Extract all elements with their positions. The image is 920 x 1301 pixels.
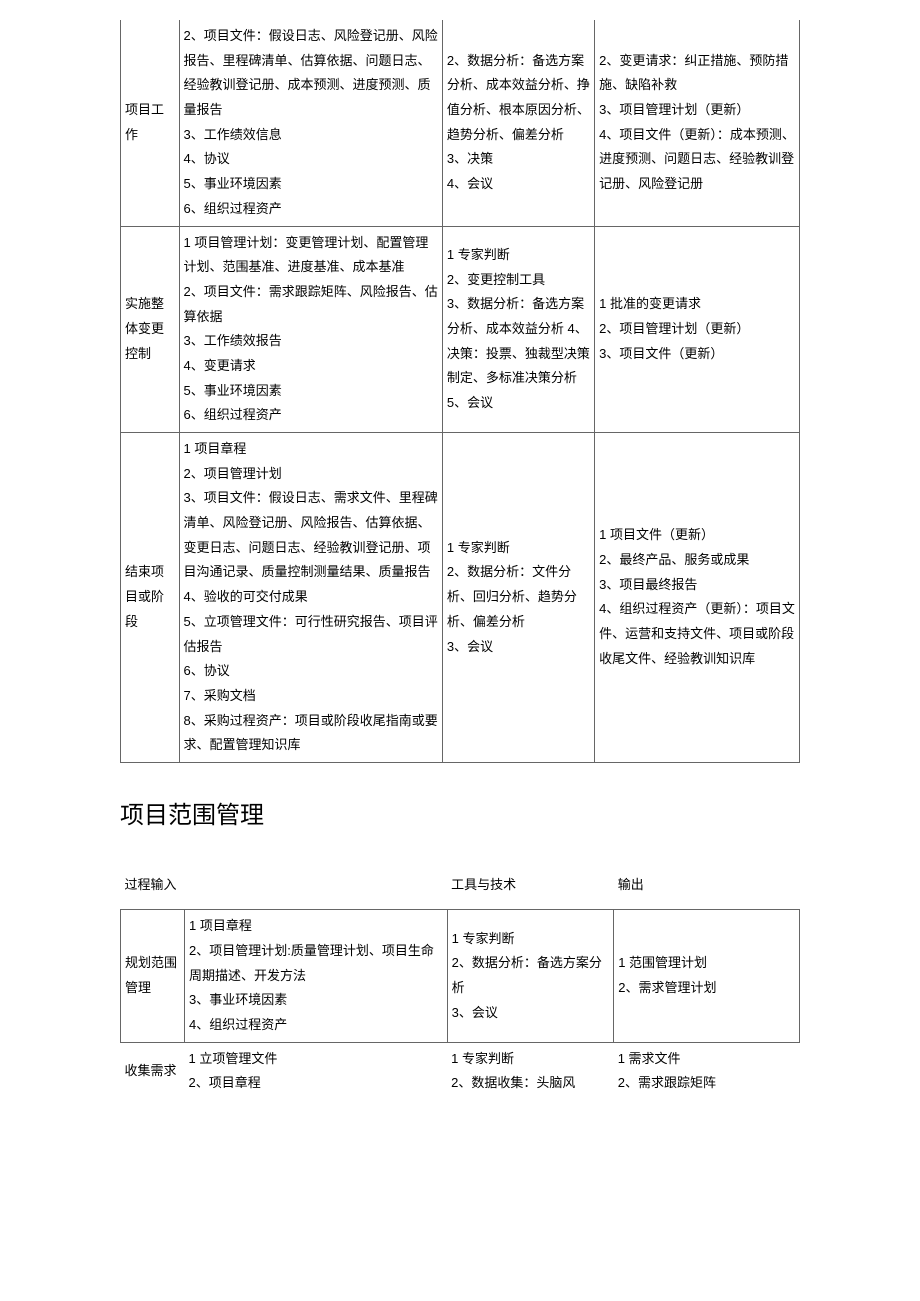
process-name-cell: 结束项目或阶段 [121, 433, 180, 763]
input-cell: 1 项目章程2、项目管理计划:质量管理计划、项目生命周期描述、开发方法3、事业环… [185, 910, 448, 1042]
process-name-cell: 规划范围管理 [121, 910, 185, 1042]
process-name-cell: 收集需求 [121, 1042, 185, 1102]
output-cell: 2、变更请求：纠正措施、预防措施、缺陷补救3、项目管理计划（更新）4、项目文件（… [595, 20, 800, 226]
output-cell: 1 项目文件（更新）2、最终产品、服务或成果3、项目最终报告4、组织过程资产（更… [595, 433, 800, 763]
input-cell: 2、项目文件：假设日志、风险登记册、风险报告、里程碑清单、估算依据、问题日志、经… [179, 20, 442, 226]
process-name-cell: 实施整体变更控制 [121, 226, 180, 433]
process-name-cell: 项目工作 [121, 20, 180, 226]
output-cell: 1 需求文件2、需求跟踪矩阵 [614, 1042, 800, 1102]
header-output: 输出 [614, 869, 800, 910]
scope-table: 过程输入 工具与技术 输出 规划范围管理 1 项目章程2、项目管理计划:质量管理… [120, 869, 800, 1103]
table-row: 结束项目或阶段 1 项目章程2、项目管理计划3、项目文件：假设日志、需求文件、里… [121, 433, 800, 763]
header-process-input: 过程输入 [121, 869, 448, 910]
tools-cell: 1 专家判断2、数据分析：备选方案分析3、会议 [447, 910, 614, 1042]
section-heading-scope: 项目范围管理 [120, 793, 800, 839]
output-cell: 1 范围管理计划2、需求管理计划 [614, 910, 800, 1042]
integration-table: 项目工作 2、项目文件：假设日志、风险登记册、风险报告、里程碑清单、估算依据、问… [120, 20, 800, 763]
input-cell: 1 项目管理计划：变更管理计划、配置管理计划、范围基准、进度基准、成本基准2、项… [179, 226, 442, 433]
table-row: 规划范围管理 1 项目章程2、项目管理计划:质量管理计划、项目生命周期描述、开发… [121, 910, 800, 1042]
input-cell: 1 立项管理文件2、项目章程 [185, 1042, 448, 1102]
tools-cell: 1 专家判断2、数据收集：头脑风 [447, 1042, 614, 1102]
table-row: 项目工作 2、项目文件：假设日志、风险登记册、风险报告、里程碑清单、估算依据、问… [121, 20, 800, 226]
table-row: 收集需求 1 立项管理文件2、项目章程 1 专家判断2、数据收集：头脑风 1 需… [121, 1042, 800, 1102]
tools-cell: 1 专家判断2、数据分析：文件分析、回归分析、趋势分析、偏差分析3、会议 [442, 433, 594, 763]
table-row: 实施整体变更控制 1 项目管理计划：变更管理计划、配置管理计划、范围基准、进度基… [121, 226, 800, 433]
tools-cell: 1 专家判断2、变更控制工具3、数据分析：备选方案分析、成本效益分析 4、决策：… [442, 226, 594, 433]
tools-cell: 2、数据分析：备选方案分析、成本效益分析、挣值分析、根本原因分析、趋势分析、偏差… [442, 20, 594, 226]
output-cell: 1 批准的变更请求2、项目管理计划（更新）3、项目文件（更新） [595, 226, 800, 433]
table-header-row: 过程输入 工具与技术 输出 [121, 869, 800, 910]
input-cell: 1 项目章程2、项目管理计划3、项目文件：假设日志、需求文件、里程碑清单、风险登… [179, 433, 442, 763]
header-tools: 工具与技术 [447, 869, 614, 910]
